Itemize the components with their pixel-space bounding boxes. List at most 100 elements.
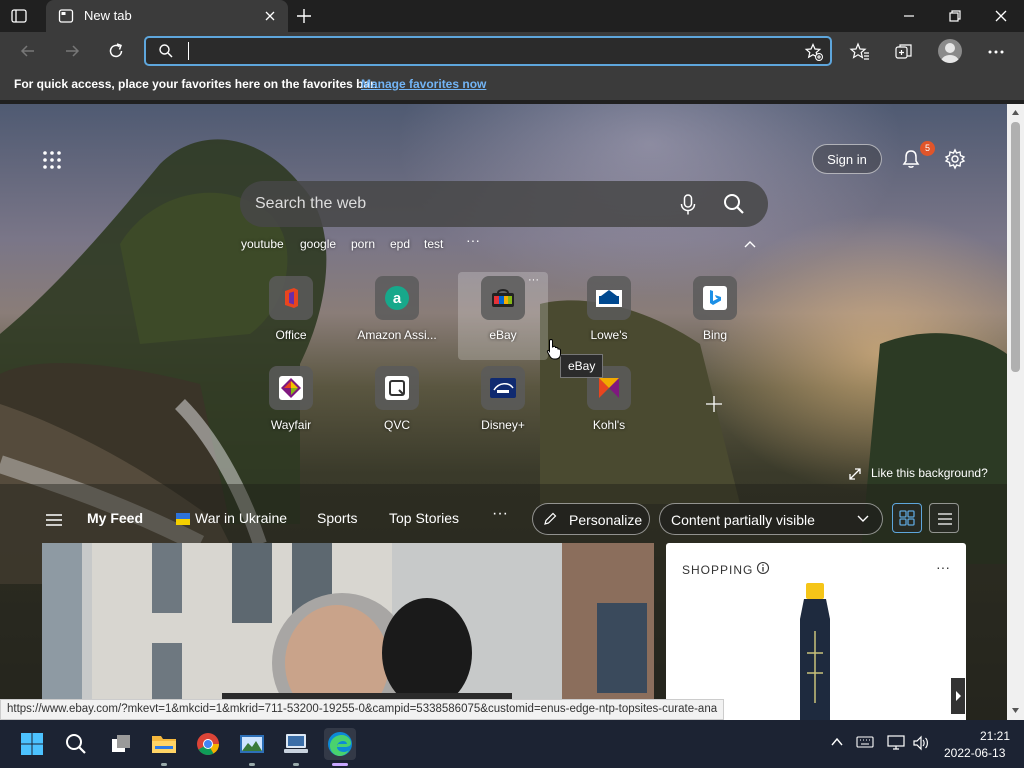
manage-favorites-link[interactable]: Manage favorites now: [361, 77, 486, 91]
scroll-down-icon[interactable]: [1011, 706, 1020, 715]
lowes-icon: [596, 290, 622, 307]
clock-date[interactable]: 2022-06-13: [944, 746, 1005, 760]
add-favorite-star-icon[interactable]: [804, 42, 824, 62]
new-tab-plus-icon[interactable]: [294, 6, 314, 26]
taskbar-network-app[interactable]: [280, 728, 312, 760]
tab-actions-icon[interactable]: [10, 7, 28, 25]
personalize-button[interactable]: Personalize: [532, 503, 650, 535]
restore-icon[interactable]: [945, 6, 965, 26]
quick-link-qvc[interactable]: QVC: [352, 366, 442, 446]
close-tab-icon[interactable]: [262, 8, 278, 24]
task-view-button[interactable]: [105, 728, 137, 760]
profile-avatar[interactable]: [938, 39, 962, 63]
tile-tooltip: eBay: [560, 354, 604, 378]
minimize-icon[interactable]: [899, 6, 919, 26]
refresh-icon[interactable]: [106, 41, 126, 61]
running-indicator: [293, 763, 299, 766]
keyboard-icon[interactable]: [856, 735, 874, 749]
address-bar[interactable]: [144, 36, 832, 66]
top-news-card[interactable]: [42, 543, 654, 720]
tab-my-feed[interactable]: My Feed: [87, 510, 143, 526]
quick-link-disney-plus[interactable]: Disney+: [458, 366, 548, 446]
info-icon[interactable]: [756, 561, 770, 575]
chevron-up-icon[interactable]: [830, 735, 844, 749]
suggestions-more-button[interactable]: ···: [466, 232, 480, 248]
quick-link-ebay[interactable]: ··· eBay: [458, 272, 548, 360]
sign-in-button[interactable]: Sign in: [812, 144, 882, 174]
address-input[interactable]: [182, 41, 782, 61]
start-button[interactable]: [16, 728, 48, 760]
suggestion-test[interactable]: test: [424, 237, 443, 251]
taskbar-image-viewer[interactable]: [236, 728, 268, 760]
quick-link-wayfair[interactable]: Wayfair: [246, 366, 336, 446]
page-scrollbar[interactable]: [1007, 104, 1024, 720]
close-window-icon[interactable]: [991, 6, 1011, 26]
suggestion-google[interactable]: google: [300, 237, 336, 251]
taskbar-search-button[interactable]: [60, 728, 92, 760]
suggestion-youtube[interactable]: youtube: [241, 237, 284, 251]
notifications-bell-icon[interactable]: [900, 148, 922, 170]
search-submit-icon[interactable]: [722, 192, 746, 216]
windows-start-icon: [21, 733, 43, 755]
content-visibility-dropdown[interactable]: Content partially visible: [659, 503, 883, 535]
shopping-card[interactable]: SHOPPING ···: [666, 543, 966, 720]
running-indicator: [249, 763, 255, 766]
favorites-icon[interactable]: [849, 41, 871, 63]
taskbar-edge[interactable]: [324, 728, 356, 760]
quick-link-kohls[interactable]: Kohl's: [564, 366, 654, 446]
taskbar-file-explorer[interactable]: [148, 728, 180, 760]
favorites-bar: For quick access, place your favorites h…: [0, 70, 1024, 100]
active-app-indicator: [332, 763, 348, 766]
suggestion-porn[interactable]: porn: [351, 237, 375, 251]
tab-new-tab[interactable]: New tab: [46, 0, 288, 32]
tile-label: Bing: [702, 328, 728, 342]
quick-link-lowes[interactable]: Lowe's: [564, 276, 654, 356]
status-url-bar: https://www.ebay.com/?mkevt=1&mkcid=1&mk…: [0, 699, 725, 720]
volume-icon[interactable]: [912, 735, 930, 751]
like-background-link[interactable]: Like this background?: [871, 466, 988, 480]
quick-link-bing[interactable]: Bing: [670, 276, 760, 356]
taskbar-chrome[interactable]: [192, 728, 224, 760]
quick-link-office[interactable]: Office: [246, 276, 336, 356]
list-layout-icon: [938, 513, 952, 525]
tile-more-options[interactable]: ···: [528, 274, 539, 286]
shopping-title: SHOPPING: [682, 563, 754, 577]
grid-view-button[interactable]: [892, 503, 922, 533]
scroll-up-icon[interactable]: [1011, 108, 1020, 117]
running-indicator: [161, 763, 167, 766]
add-quick-link-plus-icon[interactable]: [704, 394, 724, 414]
settings-more-icon[interactable]: [985, 41, 1007, 63]
web-search-box[interactable]: Search the web: [240, 181, 768, 227]
carousel-next-icon[interactable]: [951, 678, 965, 714]
quick-link-amazon-assistant[interactable]: a Amazon Assi...: [352, 276, 442, 356]
amazon-icon: a: [385, 286, 409, 310]
notification-count-badge: 5: [920, 141, 935, 156]
tab-top-stories[interactable]: Top Stories: [389, 510, 459, 526]
tab-sports[interactable]: Sports: [317, 510, 357, 526]
suggestion-epd[interactable]: epd: [390, 237, 410, 251]
tile-label: QVC: [383, 418, 410, 432]
tab-war-in-ukraine[interactable]: War in Ukraine: [195, 510, 287, 526]
new-tab-page: Sign in 5 Search the web youtube google …: [0, 104, 1007, 720]
page-settings-gear-icon[interactable]: [944, 148, 966, 170]
forward-icon[interactable]: [62, 41, 82, 61]
scrollbar-thumb[interactable]: [1011, 122, 1020, 372]
task-view-icon: [112, 735, 130, 752]
feed-more-button[interactable]: ···: [492, 505, 508, 523]
shopping-more-button[interactable]: ···: [936, 559, 950, 575]
network-monitor-icon[interactable]: [887, 735, 905, 751]
list-view-button[interactable]: [929, 503, 959, 533]
content-visibility-value: Content partially visible: [671, 512, 815, 528]
back-icon[interactable]: [18, 41, 38, 61]
chevron-up-icon[interactable]: [743, 239, 757, 249]
tile-label: Disney+: [481, 418, 525, 432]
expand-arrows-icon[interactable]: [848, 467, 862, 481]
hamburger-menu-icon[interactable]: [45, 513, 63, 527]
app-launcher-icon[interactable]: [42, 150, 62, 170]
collections-icon[interactable]: [893, 41, 915, 63]
tab-title: New tab: [84, 8, 132, 23]
microphone-icon[interactable]: [678, 193, 698, 217]
clock-time[interactable]: 21:21: [980, 729, 1010, 743]
edge-icon: [328, 732, 352, 756]
favorites-bar-message: For quick access, place your favorites h…: [14, 77, 378, 91]
